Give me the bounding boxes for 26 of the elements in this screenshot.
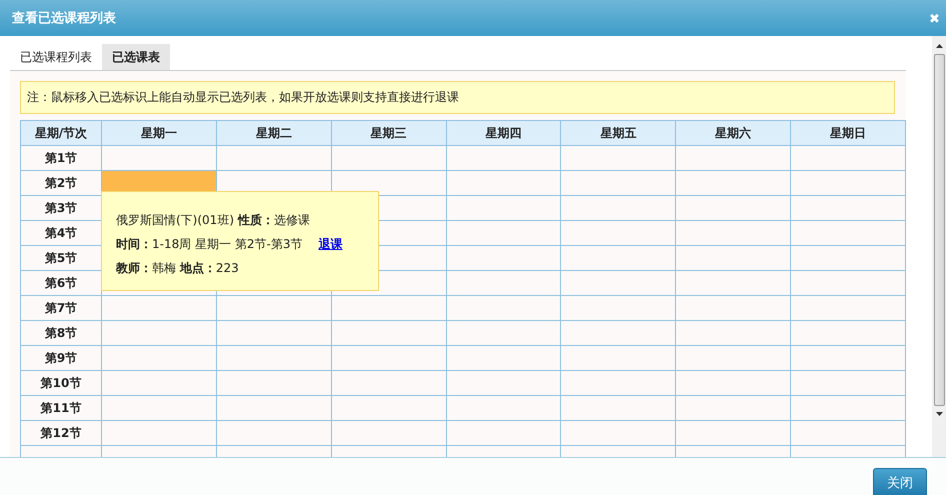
period-cell: 第11节	[20, 396, 102, 420]
scrollbar[interactable]	[932, 36, 946, 457]
course-time-text: 时间：1-18周 星期一 第2节-第3节	[116, 236, 302, 252]
period-cell: 第7节	[20, 296, 102, 320]
window-title: 查看已选课程列表	[12, 10, 116, 27]
table-header-cell: 星期四	[446, 120, 561, 146]
table-header-cell: 星期二	[216, 120, 332, 146]
close-dialog-button[interactable]: 关闭	[873, 468, 927, 495]
table-header-cell: 星期/节次	[20, 120, 102, 146]
scroll-thumb[interactable]	[934, 54, 944, 406]
period-cell: 第10节	[20, 370, 102, 396]
table-header-cell: 星期一	[102, 120, 216, 146]
period-cell: 第1节	[20, 146, 102, 170]
drop-course-link[interactable]: 退课	[318, 236, 342, 252]
period-cell: 第12节	[20, 420, 102, 446]
table-header-cell: 星期日	[790, 120, 906, 146]
course-info-text: 俄罗斯国情(下)(01班) 性质：选修课	[116, 212, 310, 228]
table-header-cell: 星期五	[560, 120, 676, 146]
period-cell: 第8节	[20, 320, 102, 346]
tab[interactable]: 已选课表	[102, 44, 170, 70]
table-header-cell: 星期三	[331, 120, 446, 146]
course-teacher-text: 教师：韩梅 地点：223	[116, 260, 239, 276]
tab[interactable]: 已选课程列表	[10, 44, 102, 70]
period-cell: 第9节	[20, 346, 102, 370]
table-header-cell: 星期六	[676, 120, 791, 146]
note-text: 注：鼠标移入已选标识上能自动显示已选列表，如果开放选课则支持直接进行退课	[20, 81, 895, 114]
